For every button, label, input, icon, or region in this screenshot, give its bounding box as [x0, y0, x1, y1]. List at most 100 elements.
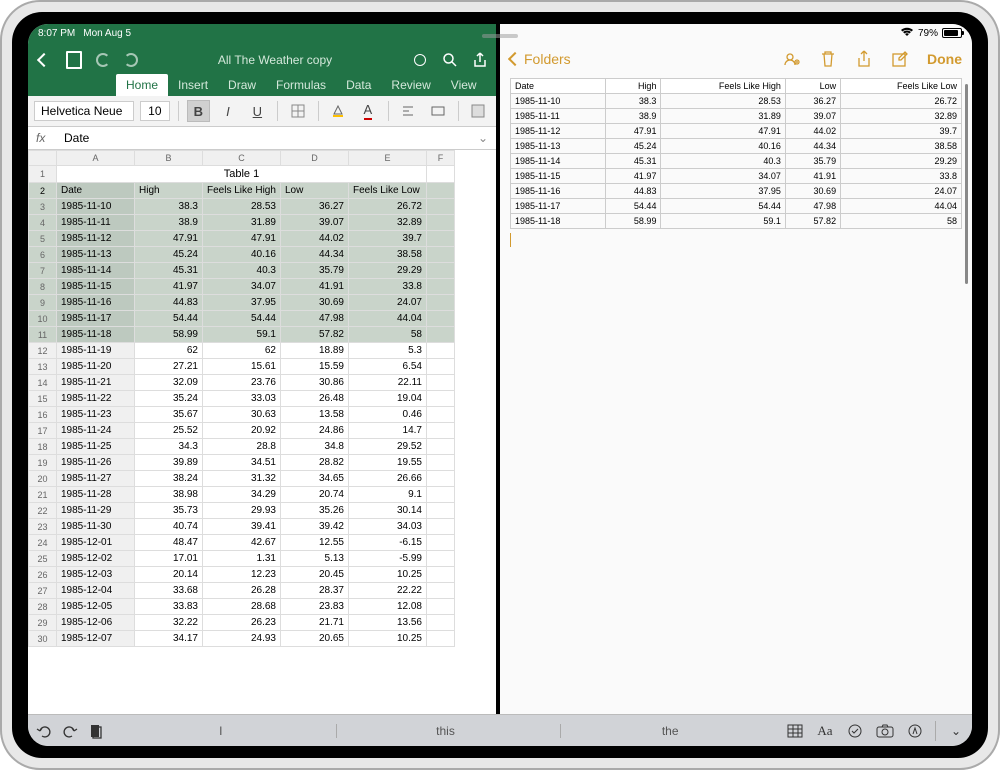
- font-color-button[interactable]: A: [356, 100, 380, 122]
- select-all-corner[interactable]: [29, 151, 57, 166]
- redo-button[interactable]: [124, 53, 138, 67]
- tab-insert[interactable]: Insert: [168, 74, 218, 96]
- font-name-select[interactable]: Helvetica Neue: [34, 101, 134, 121]
- notes-content[interactable]: DateHighFeels Like HighLowFeels Like Low…: [500, 76, 972, 714]
- cell-style-button[interactable]: [467, 100, 491, 122]
- kb-checklist-icon[interactable]: [845, 721, 865, 741]
- notes-app: Folders Done DateHighFeels Like HighLowF…: [500, 24, 972, 714]
- kb-collapse-icon[interactable]: ⌄: [946, 721, 966, 741]
- table-row[interactable]: 241985-12-0148.4742.6712.55-6.15: [29, 535, 455, 551]
- kb-clipboard-icon[interactable]: [86, 721, 106, 741]
- tab-draw[interactable]: Draw: [218, 74, 266, 96]
- kb-suggestion-1[interactable]: I: [112, 724, 330, 738]
- tab-formulas[interactable]: Formulas: [266, 74, 336, 96]
- table-row[interactable]: 221985-11-2935.7329.9335.2630.14: [29, 503, 455, 519]
- table-row[interactable]: 251985-12-0217.011.315.13-5.99: [29, 551, 455, 567]
- trash-icon[interactable]: [819, 50, 837, 68]
- file-button[interactable]: [66, 52, 82, 68]
- table-row[interactable]: 61985-11-1345.2440.1644.3438.58: [29, 247, 455, 263]
- italic-button[interactable]: I: [216, 100, 240, 122]
- tab-data[interactable]: Data: [336, 74, 381, 96]
- tab-review[interactable]: Review: [381, 74, 440, 96]
- table-row[interactable]: 171985-11-2425.5220.9224.8614.7: [29, 423, 455, 439]
- spreadsheet[interactable]: A B C D E F 1Table 12DateHighFeels Like …: [28, 150, 496, 714]
- battery-icon: [942, 28, 962, 38]
- fill-color-button[interactable]: [327, 100, 351, 122]
- table-row[interactable]: 131985-11-2027.2115.6115.596.54: [29, 359, 455, 375]
- share-button[interactable]: [472, 52, 488, 68]
- table-row[interactable]: 31985-11-1038.328.5336.2726.72: [29, 199, 455, 215]
- col-header-d[interactable]: D: [281, 151, 349, 166]
- kb-format-icon[interactable]: Aa: [815, 721, 835, 741]
- kb-undo-icon[interactable]: [34, 721, 54, 741]
- table-row[interactable]: 81985-11-1541.9734.0741.9133.8: [29, 279, 455, 295]
- table-row[interactable]: 71985-11-1445.3140.335.7929.29: [29, 263, 455, 279]
- table-row[interactable]: 41985-11-1138.931.8939.0732.89: [29, 215, 455, 231]
- table-row[interactable]: 151985-11-2235.2433.0326.4819.04: [29, 391, 455, 407]
- table-row[interactable]: 191985-11-2639.8934.5128.8219.55: [29, 455, 455, 471]
- lightbulb-button[interactable]: [412, 52, 428, 68]
- bold-button[interactable]: B: [187, 100, 211, 122]
- back-button[interactable]: [36, 52, 52, 68]
- back-label: Folders: [524, 51, 571, 67]
- kb-table-icon[interactable]: [785, 721, 805, 741]
- tab-view[interactable]: View: [441, 74, 487, 96]
- table-row[interactable]: 91985-11-1644.8337.9530.6924.07: [29, 295, 455, 311]
- kb-suggestion-2[interactable]: this: [336, 724, 555, 738]
- col-header-e[interactable]: E: [349, 151, 427, 166]
- table-row[interactable]: 111985-11-1858.9959.157.8258: [29, 327, 455, 343]
- formula-value[interactable]: Date: [64, 131, 470, 145]
- font-size-input[interactable]: 10: [140, 101, 170, 121]
- col-header-b[interactable]: B: [135, 151, 203, 166]
- align-button[interactable]: [397, 100, 421, 122]
- formula-bar[interactable]: fx Date ⌄: [28, 127, 496, 150]
- tab-home[interactable]: Home: [116, 74, 168, 96]
- table-row[interactable]: 141985-11-2132.0923.7630.8622.11: [29, 375, 455, 391]
- formula-expand[interactable]: ⌄: [478, 131, 488, 145]
- table-row[interactable]: 261985-12-0320.1412.2320.4510.25: [29, 567, 455, 583]
- screen: 8:07 PM Mon Aug 5 79% All The Weather co…: [28, 24, 972, 746]
- underline-button[interactable]: U: [246, 100, 270, 122]
- compose-icon[interactable]: [891, 50, 909, 68]
- table-row[interactable]: 281985-12-0533.8328.6823.8312.08: [29, 599, 455, 615]
- collaborate-icon[interactable]: [783, 50, 801, 68]
- share-icon[interactable]: [855, 50, 873, 68]
- table-row[interactable]: 51985-11-1247.9147.9144.0239.7: [29, 231, 455, 247]
- table-title-cell[interactable]: Table 1: [57, 166, 427, 183]
- notes-back-button[interactable]: Folders: [510, 51, 571, 67]
- notes-toolbar: Folders Done: [500, 42, 972, 76]
- notes-table-row: 1985-11-1247.9147.9144.0239.7: [511, 124, 962, 139]
- fx-label: fx: [36, 131, 56, 145]
- table-row[interactable]: 291985-12-0632.2226.2321.7113.56: [29, 615, 455, 631]
- table-row[interactable]: 301985-12-0734.1724.9320.6510.25: [29, 631, 455, 647]
- row-header[interactable]: 1: [29, 166, 57, 183]
- table-row[interactable]: 101985-11-1754.4454.4447.9844.04: [29, 311, 455, 327]
- search-button[interactable]: [442, 52, 458, 68]
- table-row[interactable]: 121985-11-19626218.895.3: [29, 343, 455, 359]
- wifi-icon: [900, 27, 914, 40]
- undo-button[interactable]: [96, 53, 110, 67]
- column-headers[interactable]: A B C D E F: [29, 151, 455, 166]
- kb-camera-icon[interactable]: [875, 721, 895, 741]
- kb-suggestion-3[interactable]: the: [560, 724, 779, 738]
- kb-markup-icon[interactable]: [905, 721, 925, 741]
- ipad-bezel: 8:07 PM Mon Aug 5 79% All The Weather co…: [12, 12, 988, 758]
- table-row[interactable]: 231985-11-3040.7439.4139.4234.03: [29, 519, 455, 535]
- kb-redo-icon[interactable]: [60, 721, 80, 741]
- table-row[interactable]: 271985-12-0433.6826.2828.3722.22: [29, 583, 455, 599]
- col-header-a[interactable]: A: [57, 151, 135, 166]
- notes-done-button[interactable]: Done: [927, 51, 962, 67]
- notes-scroll-indicator[interactable]: [965, 84, 968, 284]
- ipad-frame: 8:07 PM Mon Aug 5 79% All The Weather co…: [0, 0, 1000, 770]
- table-row[interactable]: 201985-11-2738.2431.3234.6526.66: [29, 471, 455, 487]
- merge-button[interactable]: [426, 100, 450, 122]
- col-header-f[interactable]: F: [427, 151, 455, 166]
- col-header-c[interactable]: C: [203, 151, 281, 166]
- table-row[interactable]: 181985-11-2534.328.834.829.52: [29, 439, 455, 455]
- table-header-row[interactable]: 2DateHighFeels Like HighLowFeels Like Lo…: [29, 183, 455, 199]
- notes-table-row: 1985-11-1541.9734.0741.9133.8: [511, 169, 962, 184]
- border-button[interactable]: [286, 100, 310, 122]
- table-row[interactable]: 161985-11-2335.6730.6313.580.46: [29, 407, 455, 423]
- notes-col-header: Date: [511, 79, 606, 94]
- table-row[interactable]: 211985-11-2838.9834.2920.749.1: [29, 487, 455, 503]
